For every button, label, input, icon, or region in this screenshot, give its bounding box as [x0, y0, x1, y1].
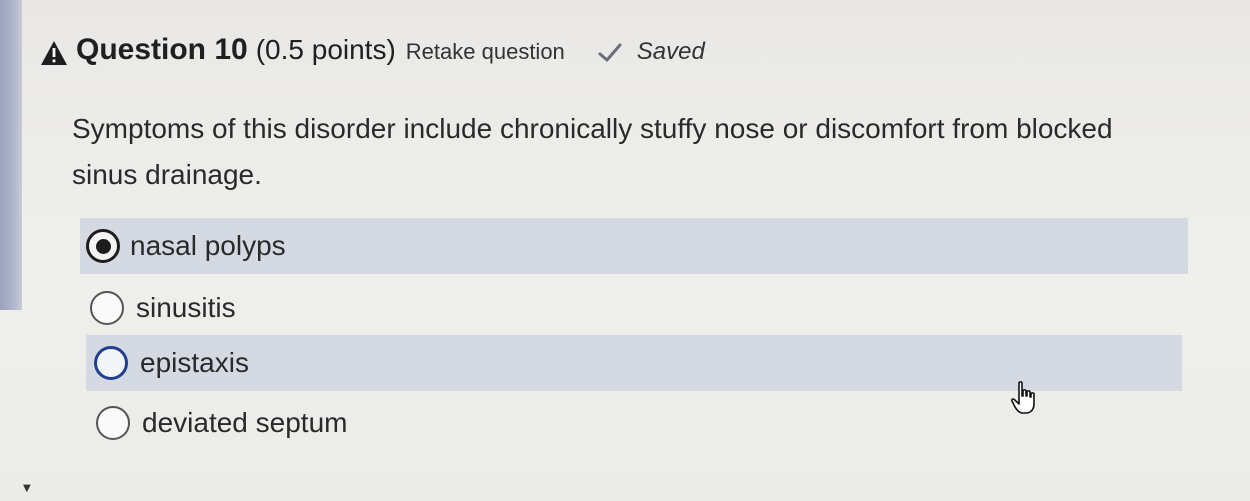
question-prompt: Symptoms of this disorder include chroni…	[72, 113, 1113, 190]
radio-unselected[interactable]	[90, 291, 124, 325]
radio-selected[interactable]	[86, 229, 120, 263]
hand-pointer-cursor-icon	[1011, 381, 1035, 414]
warning-triangle-icon	[41, 41, 67, 65]
question-title: Question 10	[76, 33, 248, 66]
retake-question-link[interactable]: Retake question	[406, 39, 565, 65]
question-header: Question 10 (0.5 points) Retake question…	[40, 33, 705, 73]
radio-focused[interactable]	[94, 346, 128, 380]
option-label: nasal polyps	[130, 230, 286, 261]
checkmark-icon	[598, 43, 622, 62]
option-label: deviated septum	[142, 407, 348, 438]
option-sinusitis[interactable]: sinusitis	[80, 280, 1180, 336]
option-nasal-polyps[interactable]: nasal polyps	[80, 218, 1188, 274]
option-label: sinusitis	[136, 292, 236, 323]
scroll-down-arrow-icon[interactable]: ▼	[23, 483, 31, 494]
left-accent-bar	[0, 0, 22, 310]
option-label: epistaxis	[140, 347, 249, 378]
radio-unselected[interactable]	[96, 406, 130, 440]
saved-status: Saved	[636, 38, 705, 65]
question-points: (0.5 points)	[255, 34, 396, 65]
